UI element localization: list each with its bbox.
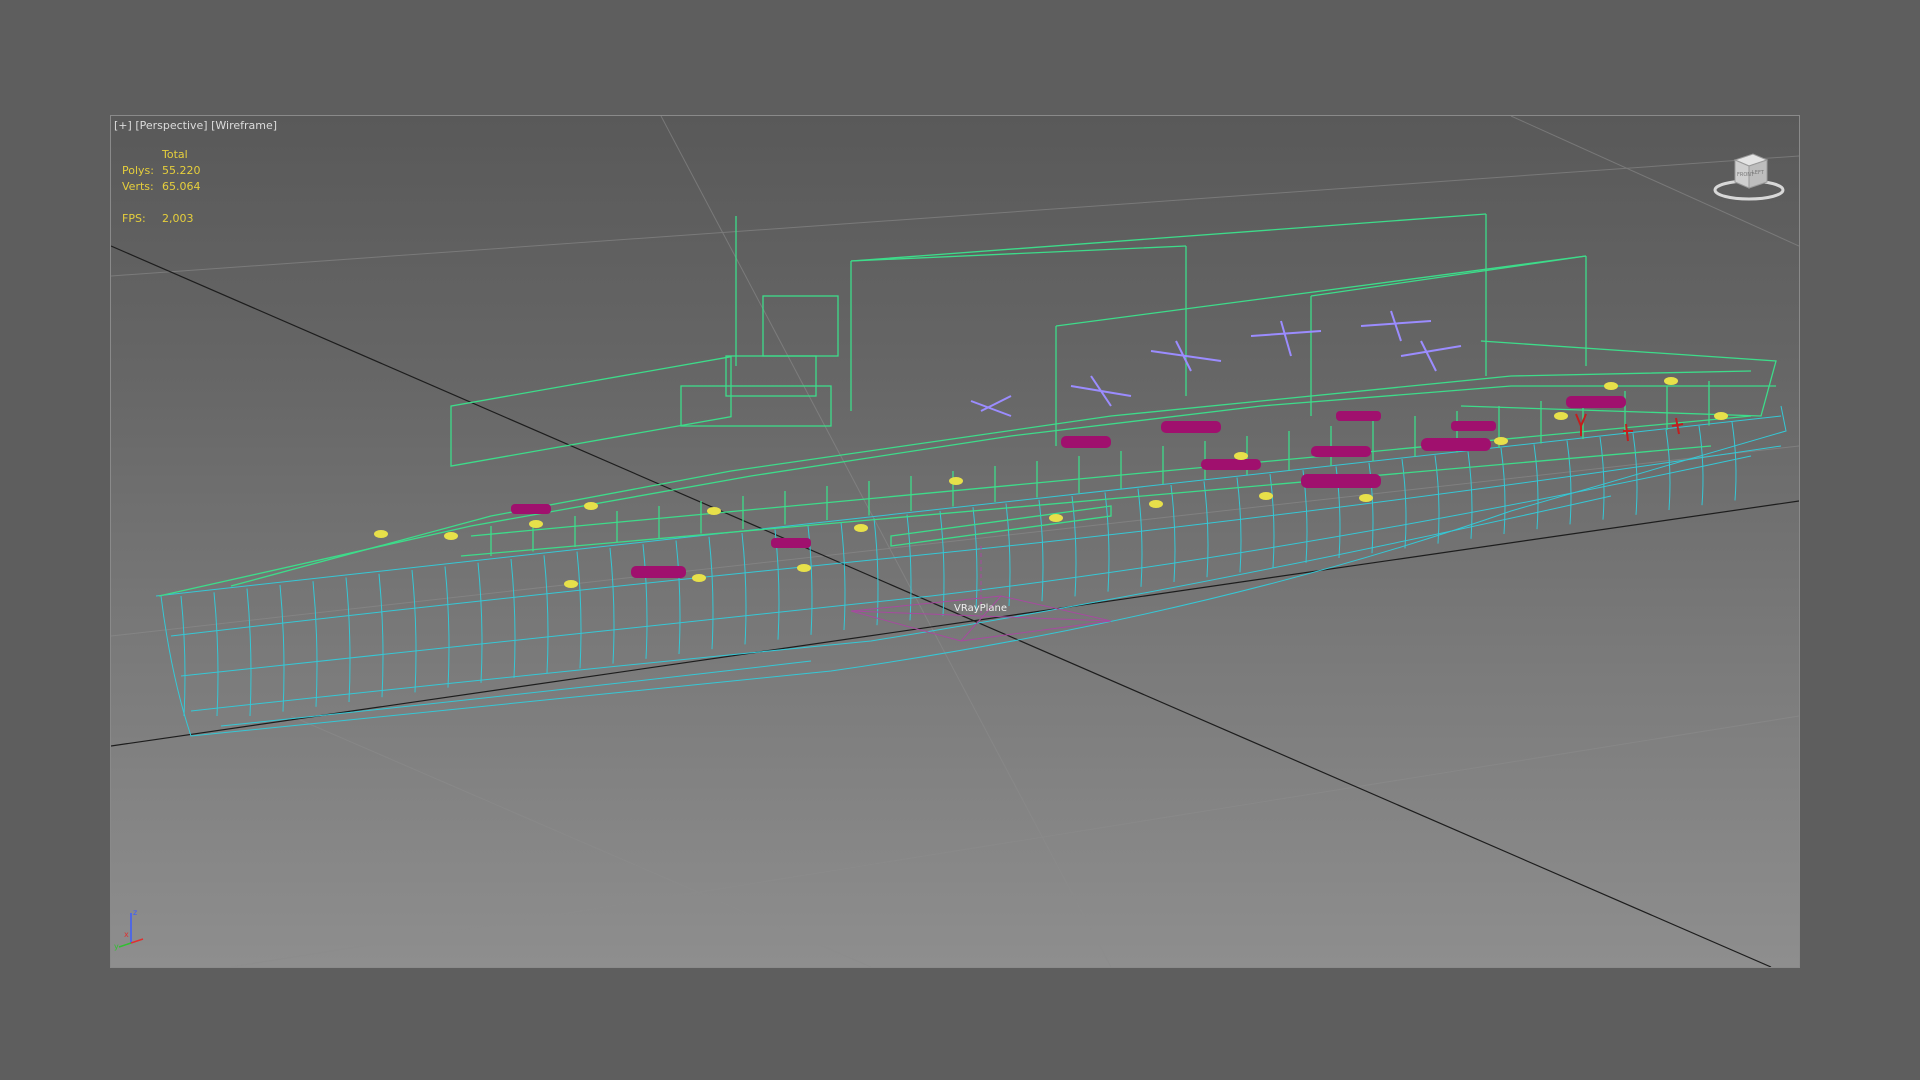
axis-y-label: y [114, 942, 119, 951]
lifebuoy [529, 520, 543, 528]
lifebuoy [1714, 412, 1728, 420]
lifebuoy [854, 524, 868, 532]
lifebuoy [1554, 412, 1568, 420]
axis-tripod-icon: z x y [114, 908, 144, 951]
lifebuoy [564, 580, 578, 588]
lifebuoy [692, 574, 706, 582]
verts-label: Verts: [122, 180, 154, 193]
view-type-menu[interactable]: [Perspective] [135, 119, 207, 132]
lifebuoy [949, 477, 963, 485]
axis-z-label: z [133, 908, 137, 917]
shading-mode-menu[interactable]: [Wireframe] [211, 119, 277, 132]
ground-grid [111, 116, 1799, 967]
polys-label: Polys: [122, 164, 154, 177]
wireframe-scene[interactable] [111, 116, 1799, 967]
hull-wireframe [155, 405, 1787, 737]
lifebuoy [1664, 377, 1678, 385]
fps-label: FPS: [122, 212, 146, 225]
lifebuoy [797, 564, 811, 572]
viewcube-left-text: LEFT [1752, 170, 1765, 176]
superstructure-wireframe [158, 213, 1777, 597]
lifebuoy [584, 502, 598, 510]
lifebuoy [1359, 494, 1373, 502]
stats-header: Total [162, 148, 188, 161]
lifebuoy [1259, 492, 1273, 500]
axis-x-label: x [124, 930, 129, 939]
lifebuoy [374, 530, 388, 538]
lifebuoy [707, 507, 721, 515]
viewport-label: [+] [Perspective] [Wireframe] [114, 119, 277, 132]
lifebuoy [1049, 514, 1063, 522]
aircraft-wireframes [970, 310, 1462, 417]
vrayplane-label: VRayPlane [954, 603, 1008, 614]
lifebuoy [1234, 452, 1248, 460]
verts-value: 65.064 [162, 180, 201, 193]
perspective-viewport[interactable]: [+] [Perspective] [Wireframe] Total Poly… [110, 115, 1800, 968]
lifebuoy [1494, 437, 1508, 445]
lifebuoy [1149, 500, 1163, 508]
lifebuoy [444, 532, 458, 540]
fps-value: 2,003 [162, 212, 194, 225]
viewcube-navigator[interactable]: FRONT LEFT [1709, 146, 1789, 206]
viewport-menu-button[interactable]: [+] [114, 119, 132, 132]
vrayplane-helper[interactable] [850, 546, 1112, 642]
polys-value: 55.220 [162, 164, 201, 177]
lifebuoy [1604, 382, 1618, 390]
